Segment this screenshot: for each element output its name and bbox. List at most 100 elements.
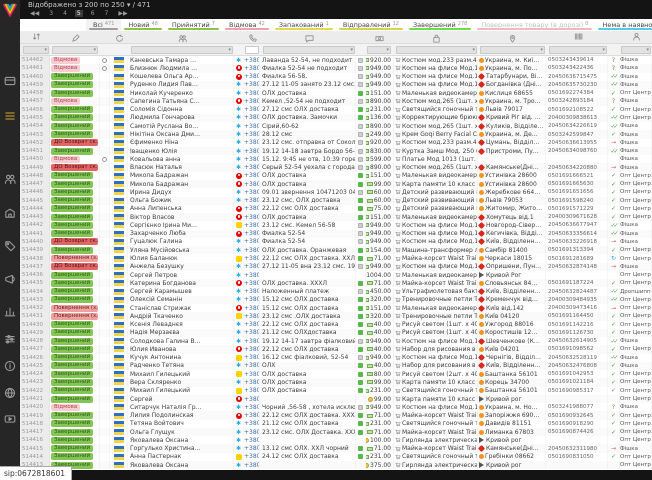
filter-name-select[interactable]: ▾ [131,46,233,54]
customer-phone[interactable]: +380… [244,420,260,428]
customer-phone[interactable]: +380… [244,139,260,147]
customer-phone[interactable]: +380… [244,378,260,386]
pager-page-3[interactable]: 3 [47,10,55,17]
filter-id-select[interactable]: ▾ [23,46,49,54]
video-icon[interactable] [4,413,16,425]
showing-range[interactable]: Відображено з 200 по 250 ▾ / 471 [28,1,151,9]
sliders-icon[interactable] [4,333,16,345]
customer-phone[interactable]: +380… [244,246,260,254]
customer-phone[interactable]: +380… [244,205,260,213]
customer-phone[interactable]: +380… [244,263,260,271]
order-row[interactable]: 514418ЗавершенийТетяна Войтович✱+380…21.… [20,420,652,428]
customer-phone[interactable]: +380… [244,56,260,64]
pager-page-5[interactable]: 5 [75,10,83,17]
order-row[interactable]: 514426ЗавершенийКучук Антонина+380…16.12… [20,354,652,362]
app-logo-icon[interactable] [1,1,19,19]
order-row[interactable]: 514454ЗавершенийСамотій Руслана Во…✱+380… [20,122,652,130]
customer-phone[interactable]: +380… [244,279,260,287]
customer-phone[interactable]: +380… [244,172,260,180]
order-row[interactable]: 514447ЗавершенийМикола Бадражан+380…ОЛХ … [20,180,652,188]
globe-icon[interactable] [4,387,16,399]
column-header-client[interactable] [620,31,652,43]
order-row[interactable]: 514424ЗавершенийМихаил Гилецький+380…ОЛХ… [20,370,652,378]
customer-phone[interactable]: +380… [244,436,260,444]
order-row[interactable]: 514455ЗавершенийЛюдмила Гончарова✱+380…О… [20,114,652,122]
customer-phone[interactable]: +380… [244,444,260,452]
customer-phone[interactable]: +380… [244,345,260,353]
tab-7[interactable]: Повернення товару (в дорозі)0 [474,19,595,31]
customer-phone[interactable]: +380… [244,453,260,461]
customer-phone[interactable]: +380… [244,81,260,89]
order-row[interactable]: 514449ДО Возврат ск…Власюк Наталья✱+380…… [20,163,652,171]
pager-last-button[interactable]: ▶▶ [116,10,129,17]
order-row[interactable]: 514446ЗавершенийИрина Дидух✱+380…09.01 з… [20,188,652,196]
clients-icon[interactable] [4,173,16,185]
customer-phone[interactable]: +380… [244,362,260,370]
order-row[interactable]: 514415ЗавершенийГоргулько Христина…✱+380… [20,444,652,452]
order-row[interactable]: 514421ЗавершенийСергей+380…99.00Карта па… [20,395,652,403]
customer-phone[interactable]: +380… [244,254,260,262]
customer-phone[interactable]: +380… [244,304,260,312]
customer-phone[interactable]: +380… [244,89,260,97]
order-row[interactable]: 514423ЗавершенийВера Скляренко✱+380…ОЛХ … [20,378,652,386]
column-header-price[interactable] [366,31,394,43]
order-row[interactable]: 514452ДО Возврат ск…Єфименко Ніна✱+380…2… [20,139,652,147]
customer-phone[interactable]: +380… [244,411,260,419]
tab-1[interactable]: Новий48 [121,19,165,31]
order-row[interactable]: 514433ЗавершенийОлексій Семанін✱+380…15.… [20,296,652,304]
customer-phone[interactable]: +380… [244,114,260,122]
order-row[interactable]: 514435ЗавершенийКатерина Богданова+380…О… [20,279,652,287]
column-header-comment[interactable] [260,31,356,43]
order-row[interactable]: 514462ВідмоваКаневська Тамара …✱+380…Лав… [20,56,652,64]
tag-icon[interactable] [4,240,16,252]
column-header-tracking[interactable] [546,31,608,43]
customer-phone[interactable]: +380… [244,188,260,196]
pager-page-7[interactable]: 7 [103,10,111,17]
customer-phone[interactable]: +380… [244,122,260,130]
customer-phone[interactable]: +380… [244,395,260,403]
tab-8[interactable]: Нема в наявності1 [595,19,652,31]
column-header-address[interactable] [478,31,546,43]
customer-phone[interactable]: +380… [244,403,260,411]
filter-status-select[interactable]: ▾ [52,46,98,54]
customer-phone[interactable]: +380… [244,354,260,362]
order-row[interactable]: 514457ВідмоваСапегина Татьяна С…+380…Кем… [20,97,652,105]
order-row[interactable]: 514460ЗавершенийКошелева Ольга Ар…+380…Ф… [20,73,652,81]
column-header-phone[interactable] [244,31,260,43]
dashboard-icon[interactable] [4,75,16,87]
order-row[interactable]: 514459ЗавершенийРуденко Лидия Пав…✱+380…… [20,81,652,89]
customer-phone[interactable]: +380… [244,130,260,138]
order-row[interactable]: 514441ЗавершенийЗахарченко Люба+380…Фиал… [20,230,652,238]
column-header-name[interactable] [128,31,234,43]
order-row[interactable]: 514413ЗавершенийЯковалева Оксана✱+380…37… [20,461,652,469]
order-row[interactable]: 514429ЗавершенийНадія Мерзаєва✱+380…21.1… [20,329,652,337]
order-row[interactable]: 514439ЗавершенийУляна Мусійовська✱+380…О… [20,246,652,254]
announce-icon[interactable] [4,273,16,285]
filter-client-select[interactable]: ▾ [621,46,651,54]
tab-2[interactable]: Прийнятий7 [165,19,222,31]
customer-phone[interactable]: +380… [244,163,260,171]
customer-phone[interactable]: +380… [244,155,260,163]
customer-phone[interactable]: +380… [244,230,260,238]
column-header-product[interactable] [394,31,478,43]
warehouse-icon[interactable] [4,207,16,219]
filter-address-select[interactable]: ▾ [480,46,545,54]
customer-phone[interactable]: +380… [244,461,260,469]
order-row[interactable]: 514448ЗавершенийМикола Бадражан+380…ОЛХ … [20,172,652,180]
customer-phone[interactable]: +380… [244,321,260,329]
order-row[interactable]: 514436ЗавершенийСергей Петров✱+380…1004.… [20,271,652,279]
order-row[interactable]: 514461ВідмоваБлизнюк Людмила …+380…Фиалк… [20,64,652,72]
order-row[interactable]: 514431Повернення (з…Андрій Ткаченко+380…… [20,312,652,320]
filter-comment-select[interactable]: ▾ [263,46,355,54]
customer-phone[interactable]: +380… [244,271,260,279]
order-row[interactable]: 514440ДО Возврат ск…Гуцалюк Галина✱+380…… [20,238,652,246]
order-row[interactable]: 514445ЗавершенийОльга Божик✱+380…23.12 с… [20,197,652,205]
customer-phone[interactable]: +380… [244,337,260,345]
order-row[interactable]: 514443ЗавершенийВіктор Власов+380…ОЛХ до… [20,213,652,221]
filter-product-select[interactable]: ▾ [396,46,477,54]
order-row[interactable]: 514444ЗавершенийАнна Липенська+380…22.12… [20,205,652,213]
customer-phone[interactable]: +380… [244,287,260,295]
customer-phone[interactable]: +380… [244,97,260,105]
order-row[interactable]: 514451ЗавершенийІващенко Юлія✱+380…19.12… [20,147,652,155]
order-row[interactable]: 514417ЗавершенийОльга Глущук✱+380…23.12 … [20,428,652,436]
